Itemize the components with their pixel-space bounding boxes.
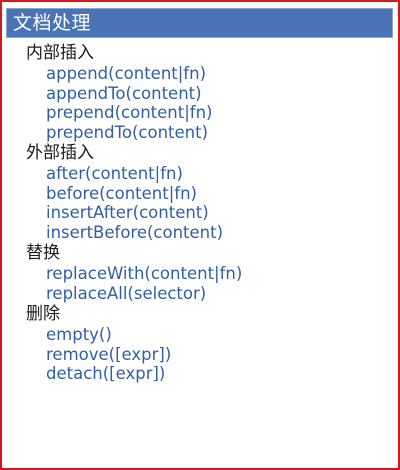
link-replace-all[interactable]: replaceAll(selector): [2, 284, 398, 304]
link-prepend-to[interactable]: prependTo(content): [2, 123, 398, 143]
section-heading: 替换: [26, 243, 60, 263]
section-external-insert: 外部插入 after(content|fn) before(content|fn…: [2, 142, 398, 242]
link-replace-with[interactable]: replaceWith(content|fn): [2, 264, 398, 284]
link-remove[interactable]: remove([expr]): [2, 345, 398, 365]
section-heading: 内部插入: [26, 43, 94, 63]
link-append[interactable]: append(content|fn): [2, 64, 398, 84]
section-heading: 删除: [26, 304, 60, 324]
section-delete: 删除 empty() remove([expr]) detach([expr]): [2, 303, 398, 384]
link-after[interactable]: after(content|fn): [2, 164, 398, 184]
link-prepend[interactable]: prepend(content|fn): [2, 103, 398, 123]
link-append-to[interactable]: appendTo(content): [2, 84, 398, 104]
panel-title-bar: 文档处理: [6, 8, 393, 38]
link-empty[interactable]: empty(): [2, 325, 398, 345]
link-detach[interactable]: detach([expr]): [2, 364, 398, 384]
panel-title: 文档处理: [13, 12, 92, 34]
section-replace: 替换 replaceWith(content|fn) replaceAll(se…: [2, 242, 398, 303]
doc-manipulation-panel: 文档处理 内部插入 append(content|fn) appendTo(co…: [0, 0, 400, 470]
panel-content: 内部插入 append(content|fn) appendTo(content…: [2, 42, 398, 384]
section-heading: 外部插入: [26, 143, 94, 163]
link-insert-before[interactable]: insertBefore(content): [2, 223, 398, 243]
link-insert-after[interactable]: insertAfter(content): [2, 203, 398, 223]
link-before[interactable]: before(content|fn): [2, 184, 398, 204]
section-internal-insert: 内部插入 append(content|fn) appendTo(content…: [2, 42, 398, 142]
